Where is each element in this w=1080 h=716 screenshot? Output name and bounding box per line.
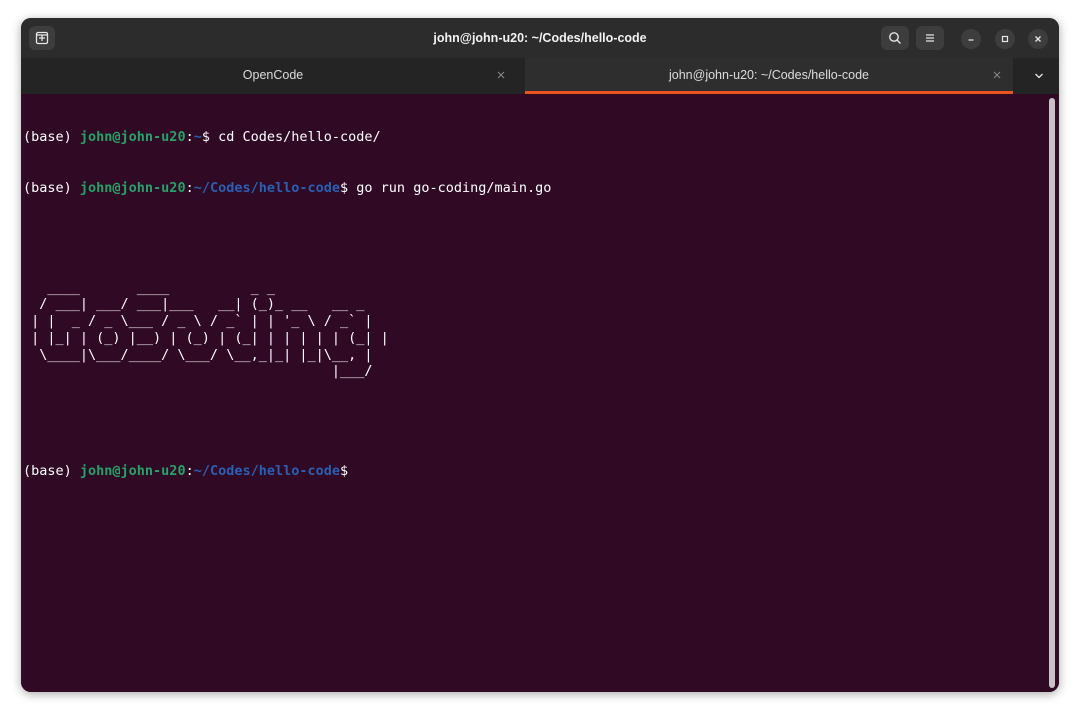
prompt-user: john@john-u20 xyxy=(79,463,186,480)
title-bar[interactable]: john@john-u20: ~/Codes/hello-code xyxy=(21,18,1059,58)
prompt-env: (base) xyxy=(23,129,80,146)
command-text: go run go-coding/main.go xyxy=(356,179,552,196)
hamburger-menu-icon xyxy=(926,34,934,42)
terminal-area[interactable]: (base) john@john-u20:~$ cd Codes/hello-c… xyxy=(21,94,1059,692)
prompt-path: ~/Codes/hello-code xyxy=(193,179,341,196)
terminal-line: (base) john@john-u20:~/Codes/hello-code$ xyxy=(23,463,551,480)
search-icon xyxy=(889,32,901,44)
tab-close-button[interactable] xyxy=(495,69,507,81)
maximize-icon xyxy=(1001,35,1009,43)
prompt-symbol: $ xyxy=(201,129,219,146)
prompt-user: john@john-u20 xyxy=(79,129,186,146)
close-icon xyxy=(1035,36,1041,42)
tab-close-icon xyxy=(497,71,505,79)
minimize-icon xyxy=(968,39,974,41)
prompt-separator: : xyxy=(185,129,194,146)
prompt-path: ~/Codes/hello-code xyxy=(193,463,341,480)
tab-label: john@john-u20: ~/Codes/hello-code xyxy=(669,68,869,82)
tab-label: OpenCode xyxy=(242,68,304,82)
terminal-line: (base) john@john-u20:~$ cd Codes/hello-c… xyxy=(23,129,551,146)
terminal-window: john@john-u20: ~/Codes/hello-code OpenCo… xyxy=(21,18,1059,692)
prompt-symbol: $ xyxy=(340,179,357,196)
prompt-path: ~ xyxy=(193,129,202,146)
terminal-line: (base) john@john-u20:~/Codes/hello-code$… xyxy=(23,180,551,197)
terminal-output: (base) john@john-u20:~$ cd Codes/hello-c… xyxy=(23,96,551,514)
maximize-button[interactable] xyxy=(995,29,1015,49)
prompt-symbol: $ xyxy=(340,463,349,480)
scrollbar[interactable] xyxy=(1049,98,1055,688)
tab-hello-code[interactable]: john@john-u20: ~/Codes/hello-code xyxy=(525,58,1013,94)
search-button[interactable] xyxy=(881,26,909,50)
chevron-down-icon xyxy=(1035,73,1043,79)
tab-list-button[interactable] xyxy=(1029,68,1049,84)
tab-close-icon xyxy=(993,71,1001,79)
close-button[interactable] xyxy=(1028,29,1048,49)
command-text: cd Codes/hello-code/ xyxy=(218,129,381,146)
tab-opencode[interactable]: OpenCode xyxy=(21,58,525,94)
prompt-separator: : xyxy=(185,179,194,196)
tab-bar: OpenCode john@john-u20: ~/Codes/hello-co… xyxy=(21,58,1059,94)
prompt-user: john@john-u20 xyxy=(79,179,186,196)
prompt-env: (base) xyxy=(23,179,80,196)
prompt-separator: : xyxy=(185,463,194,480)
minimize-button[interactable] xyxy=(961,29,981,49)
ascii-art-banner: ____ ____ _ _ / ___| ___/ ___|___ __| (_… xyxy=(31,279,389,380)
tab-close-button[interactable] xyxy=(991,69,1003,81)
prompt-env: (base) xyxy=(23,463,80,480)
menu-button[interactable] xyxy=(916,26,944,50)
